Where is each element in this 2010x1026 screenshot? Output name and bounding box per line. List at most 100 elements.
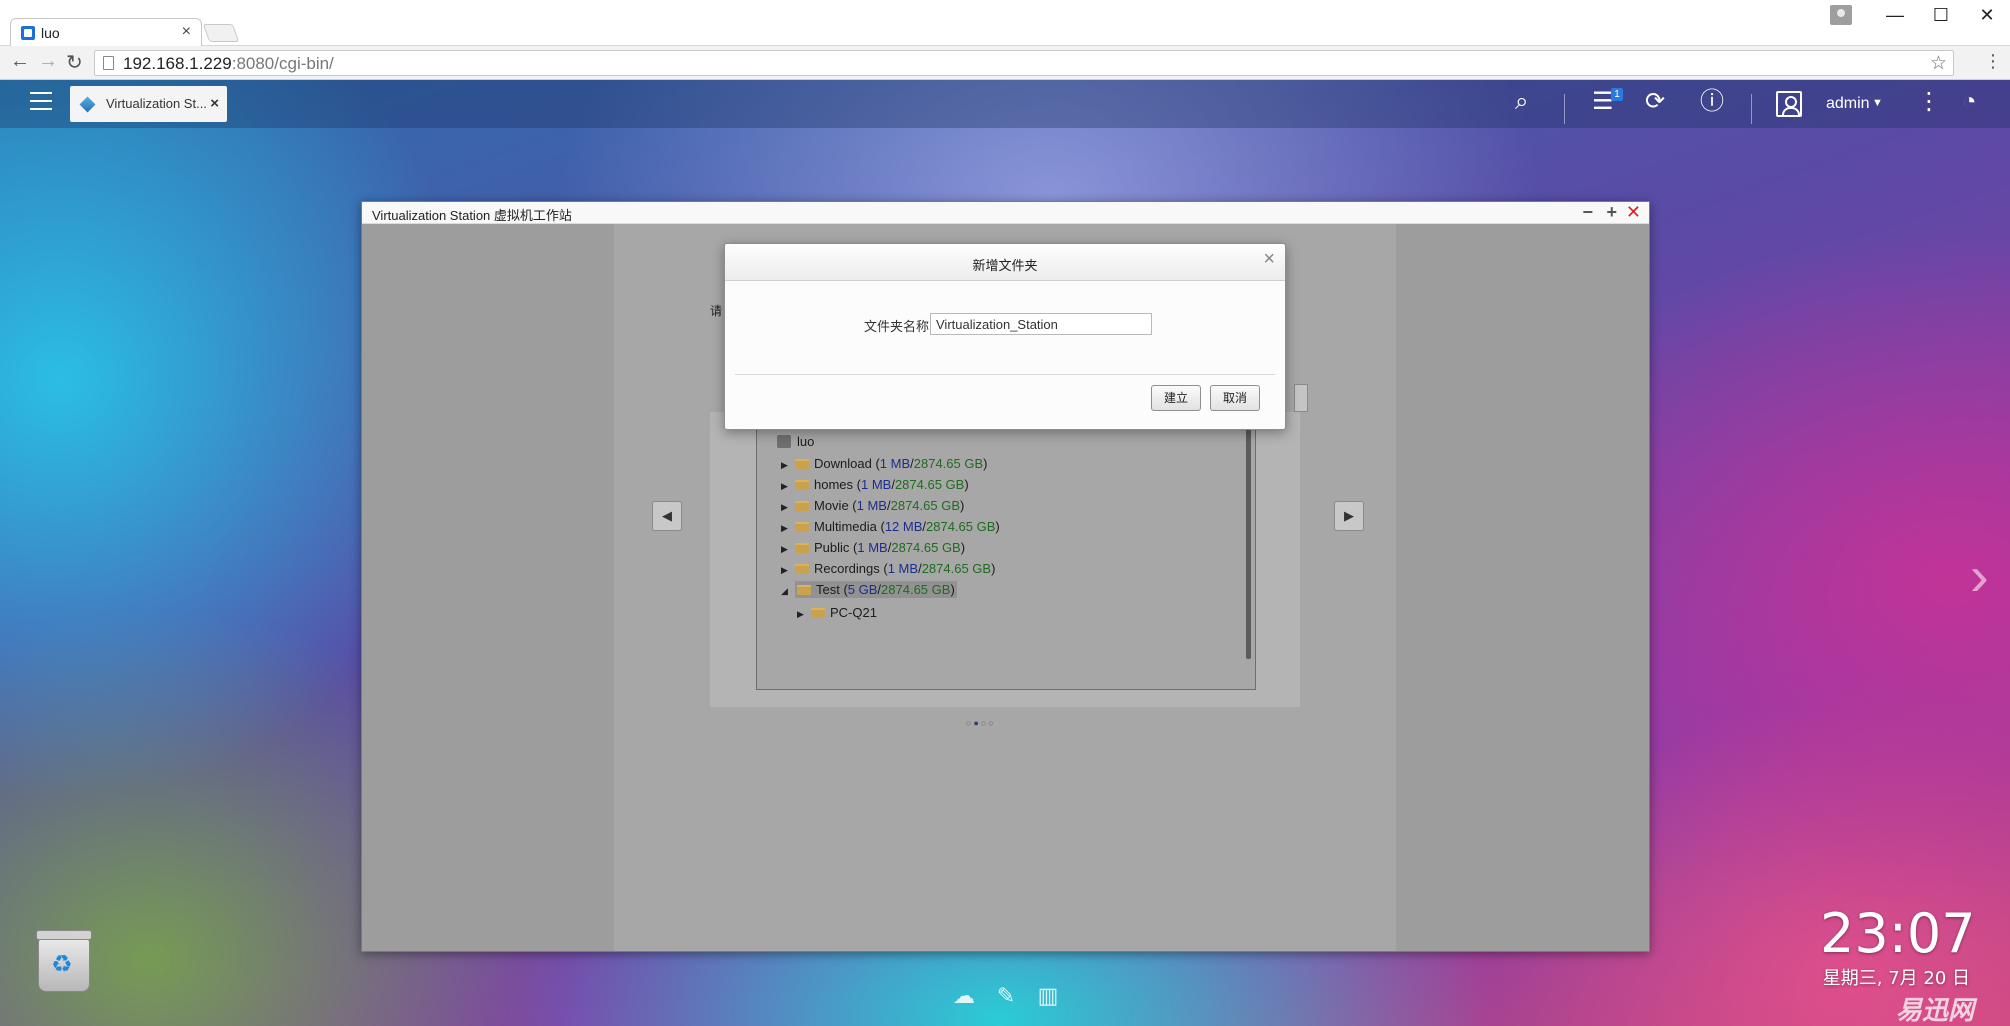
dashboard-gauge-icon[interactable]: ◔ [1962,90,1977,114]
bottom-dock: ☁ ✎ ▥ [952,985,1060,1007]
tree-item-total: 2874.65 GB [926,519,996,534]
recycle-icon: ♻ [51,951,73,978]
minimize-icon[interactable]: — [1872,5,1918,26]
tree-item-pc-q21[interactable]: ▶ PC-Q21 [797,603,877,623]
app-tab-close-icon[interactable]: × [210,95,219,112]
book-icon[interactable]: ▥ [1036,985,1060,1007]
tree-item-movie[interactable]: ▶ Movie (1 MB/2874.65 GB) [781,496,964,516]
url-path: :8080/cgi-bin/ [231,54,334,73]
tree-scrollbar[interactable] [1246,429,1251,659]
qts-desktop: Virtualization St... × ⌕ ☰ 1 ⟳ ⓘ admin ▼… [0,80,2010,1026]
cancel-button[interactable]: 取消 [1210,385,1260,411]
tree-item-label: luo [797,434,815,449]
desktop-clock-time: 23:07 [1820,902,1976,965]
url-text: 192.168.1.229:8080/cgi-bin/ [123,54,334,74]
more-options-icon[interactable]: ⋮ [1917,90,1941,114]
qnap-favicon-icon [21,26,35,40]
tools-icon[interactable]: ✎ [994,985,1018,1007]
folder-name-input[interactable] [930,313,1152,335]
new-folder-dialog: 新增文件夹 × 文件夹名称 建立 取消 [724,243,1286,430]
info-icon[interactable]: ⓘ [1700,90,1724,114]
next-desktop-chevron-icon[interactable]: › [1970,548,1989,604]
browser-toolbar: ← → ↻ 192.168.1.229:8080/cgi-bin/ ☆ ⋮ [0,46,2010,80]
folder-icon [795,522,809,532]
open-folder-icon [797,585,811,595]
expand-arrow-icon[interactable]: ▶ [781,518,795,538]
user-avatar-icon[interactable] [1776,91,1802,117]
create-button[interactable]: 建立 [1151,385,1201,411]
page-icon [103,56,114,70]
tree-item-used: 1 MB [860,477,892,492]
app-tab-virtualization-station[interactable]: Virtualization St... × [70,86,227,122]
tree-item-download[interactable]: ▶ Download (1 MB/2874.65 GB) [781,454,987,474]
tree-item-test[interactable]: ◢ Test (5 GB/2874.65 GB) [781,580,957,600]
folder-icon [795,480,809,490]
dialog-divider [735,374,1275,375]
page-dot[interactable]: ○ [988,718,995,728]
new-tab-button[interactable] [202,24,240,42]
close-tab-icon[interactable]: × [182,23,191,41]
tree-item-used: 5 GB [847,582,878,597]
divider [1751,94,1752,124]
browser-tab[interactable]: luo × [10,18,202,46]
search-icon[interactable]: ⌕ [1515,90,1528,114]
tree-item-total: 2874.65 GB [921,561,992,576]
folder-icon [795,564,809,574]
expand-arrow-icon[interactable]: ▶ [781,539,795,559]
folder-icon [795,459,809,469]
browser-tab-bar: luo × — ☐ ✕ [0,0,2010,46]
prev-page-button[interactable]: ◀ [652,501,682,531]
reload-icon[interactable]: ↻ [66,50,83,75]
tree-item-total: 2874.65 GB [891,540,961,555]
expand-arrow-icon[interactable]: ▶ [797,604,811,624]
window-titlebar: Virtualization Station 虚拟机工作站 − + ✕ [362,202,1649,224]
dialog-close-icon[interactable]: × [1263,248,1275,271]
tree-item-multimedia[interactable]: ▶ Multimedia (12 MB/2874.65 GB) [781,517,1000,537]
address-bar[interactable]: 192.168.1.229:8080/cgi-bin/ ☆ [94,50,1954,76]
folder-icon [795,543,809,553]
tree-item-used: 12 MB [884,519,923,534]
page-dot-active[interactable]: ● [973,718,980,728]
close-window-icon[interactable]: ✕ [1964,5,2010,26]
tree-item-homes[interactable]: ▶ homes (1 MB/2874.65 GB) [781,475,969,495]
next-page-button[interactable]: ▶ [1334,501,1364,531]
browser-menu-icon[interactable]: ⋮ [1984,52,2002,70]
main-menu-icon[interactable] [30,92,52,112]
back-arrow-icon[interactable]: ← [10,50,30,73]
expand-arrow-icon[interactable]: ▶ [781,497,795,517]
cloud-icon[interactable]: ☁ [952,985,976,1007]
collapse-arrow-icon[interactable]: ◢ [781,581,795,601]
nas-icon [777,435,791,448]
virtualization-station-icon [79,96,96,113]
window-minimize-icon[interactable]: − [1582,202,1593,222]
tree-item-label: PC-Q21 [830,605,877,620]
tree-item-used: 1 MB [857,540,888,555]
expand-arrow-icon[interactable]: ▶ [781,455,795,475]
tree-item-recordings[interactable]: ▶ Recordings (1 MB/2874.65 GB) [781,559,995,579]
bookmark-star-icon[interactable]: ☆ [1930,52,1947,75]
tree-item-used: 1 MB [879,456,911,471]
window-close-icon[interactable]: ✕ [1626,202,1641,222]
profile-icon[interactable] [1830,5,1852,25]
wizard-page-indicator: ○●○○ [966,718,996,728]
tree-item-public[interactable]: ▶ Public (1 MB/2874.65 GB) [781,538,965,558]
chevron-down-icon[interactable]: ▼ [1872,97,1883,109]
maximize-icon[interactable]: ☐ [1918,5,1964,26]
tree-root-nas[interactable]: luo [777,432,814,452]
browser-tab-title: luo [41,25,60,41]
forward-arrow-icon[interactable]: → [38,50,58,73]
folder-icon [811,608,825,618]
tree-item-total: 2874.65 GB [894,477,965,492]
recycle-bin[interactable]: ♻ [36,930,92,992]
tree-item-label: Public [814,540,850,555]
expand-arrow-icon[interactable]: ▶ [781,560,795,580]
tree-item-label: Test [816,582,840,597]
sync-icon[interactable]: ⟳ [1645,90,1665,114]
browse-button[interactable] [1294,384,1308,412]
expand-arrow-icon[interactable]: ▶ [781,476,795,496]
user-name[interactable]: admin [1826,95,1870,113]
folder-icon [795,501,809,511]
tree-item-used: 1 MB [856,498,887,513]
window-maximize-icon[interactable]: + [1606,202,1617,222]
folder-tree: luo ▶ Download (1 MB/2874.65 GB) ▶ homes (… [756,428,1256,690]
